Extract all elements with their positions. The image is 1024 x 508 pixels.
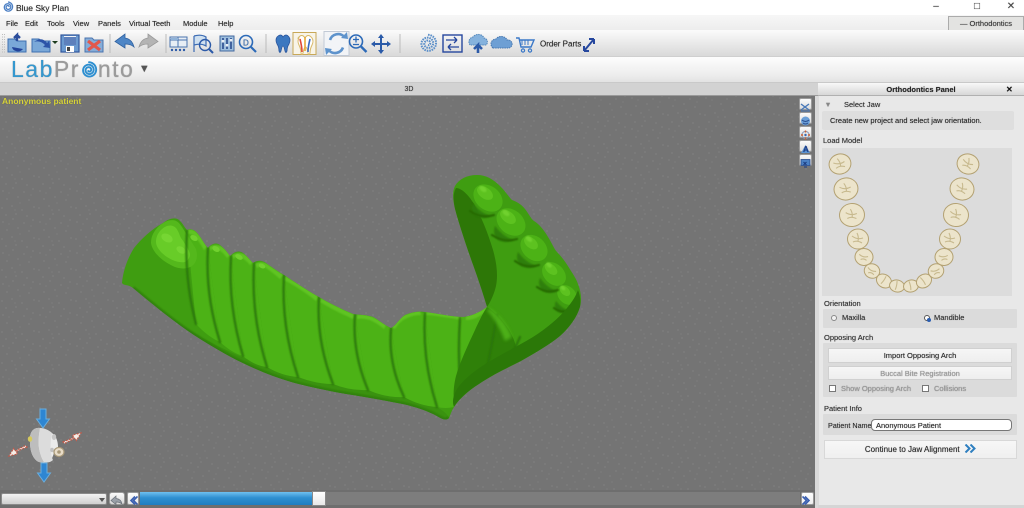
svg-text:Order Parts: Order Parts <box>540 40 581 49</box>
svg-text:A: A <box>803 145 809 154</box>
svg-text:D: D <box>243 39 249 48</box>
